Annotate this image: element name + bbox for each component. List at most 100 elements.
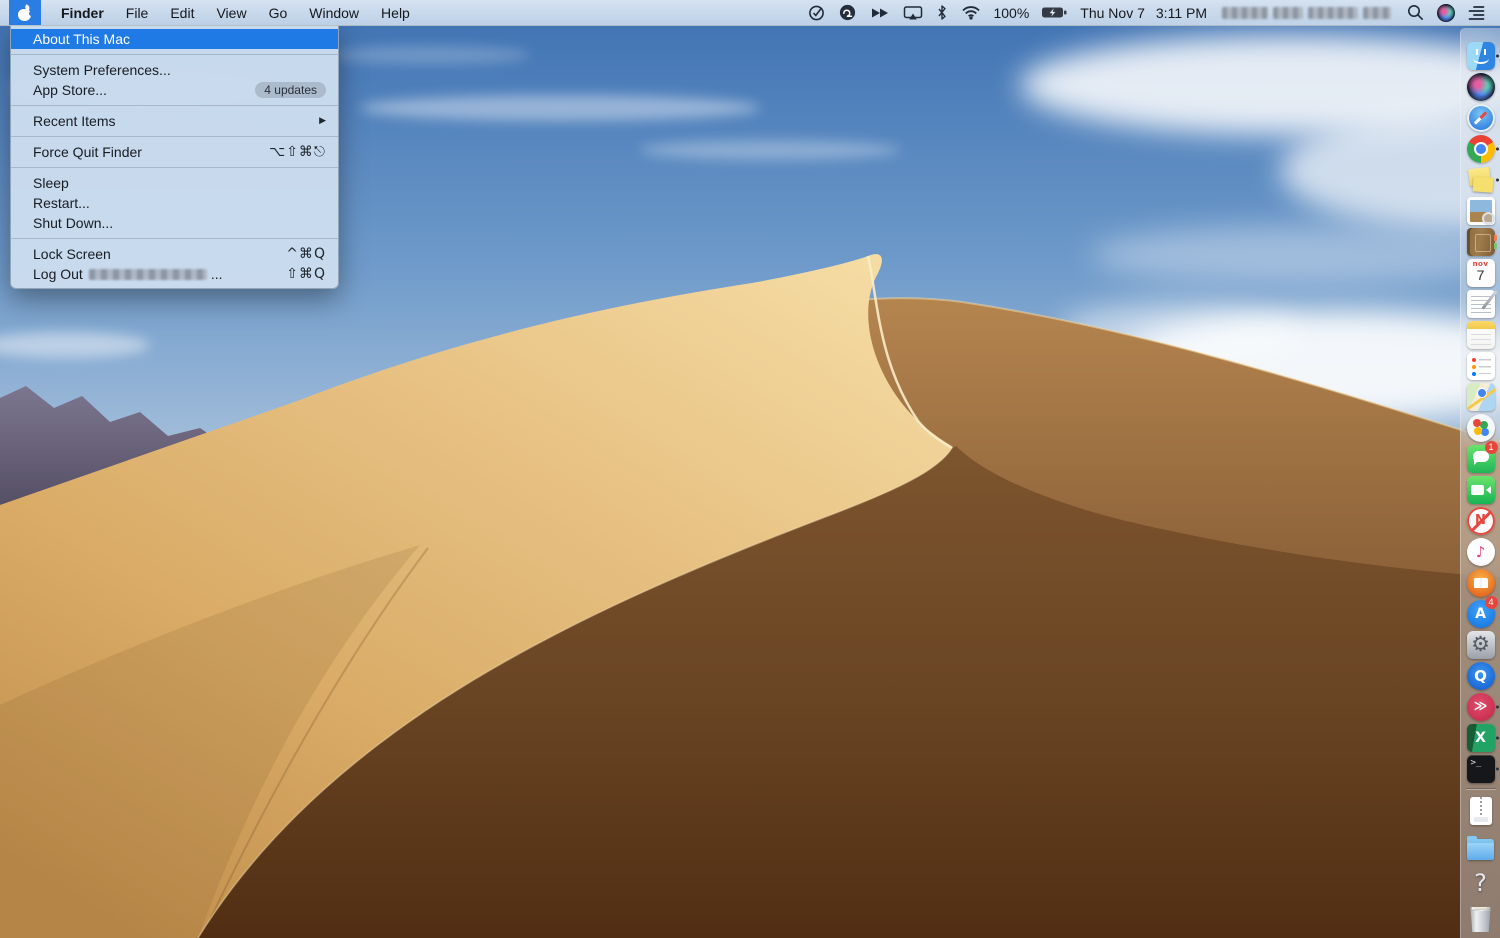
siri-icon[interactable] xyxy=(1434,4,1458,22)
menu-bar-menu[interactable]: Window xyxy=(298,0,370,25)
user-switcher-redacted[interactable] xyxy=(1222,7,1391,19)
dock-app[interactable] xyxy=(1461,660,1500,691)
menu-bar-clock[interactable]: 3:11 PM xyxy=(1154,5,1209,21)
app-icon xyxy=(1467,383,1495,411)
updates-badge: 4 updates xyxy=(255,82,326,98)
dock-shelf-item[interactable] xyxy=(1461,901,1500,937)
menu-bar-date[interactable]: Thu Nov 7 xyxy=(1078,5,1147,21)
dock-app[interactable] xyxy=(1461,722,1500,753)
app-icon xyxy=(1467,414,1495,442)
menu-item-label: Lock Screen xyxy=(33,246,111,262)
apple-menu-item[interactable] xyxy=(11,167,338,168)
notification-badge: 1 xyxy=(1485,441,1498,454)
apple-menu-item[interactable] xyxy=(11,238,338,239)
menu-item-label: System Preferences... xyxy=(33,62,171,78)
dock-app[interactable] xyxy=(1461,505,1500,536)
redacted-username xyxy=(89,269,207,280)
battery-charging-icon[interactable] xyxy=(1038,6,1071,19)
presenter-arrows-icon[interactable] xyxy=(867,5,893,21)
app-icon xyxy=(1467,228,1495,256)
menu-item-label: Recent Items xyxy=(33,113,115,129)
dock-apps: 1 xyxy=(1461,40,1500,784)
menu-bar-menu[interactable]: Go xyxy=(258,0,299,25)
app-icon xyxy=(1467,259,1495,287)
apple-menu-item[interactable]: System Preferences... xyxy=(11,60,338,80)
app-icon xyxy=(1467,197,1495,225)
menu-item-shortcut: ^⌘Q xyxy=(286,246,326,262)
apple-menu-item[interactable]: Log Out ... ⇧⌘Q xyxy=(11,264,338,284)
app-icon xyxy=(1467,476,1495,504)
apple-menu-item[interactable] xyxy=(11,54,338,55)
app-icon xyxy=(1467,755,1495,783)
app-icon xyxy=(1467,42,1495,70)
dock-app[interactable] xyxy=(1461,536,1500,567)
app-icon xyxy=(1467,569,1495,597)
apple-menu-item[interactable]: Recent Items ▶ xyxy=(11,111,338,131)
dock-app[interactable] xyxy=(1461,164,1500,195)
dock-app[interactable] xyxy=(1461,753,1500,784)
app-icon xyxy=(1467,631,1495,659)
shelf-icon xyxy=(1467,869,1495,897)
dock-app[interactable] xyxy=(1461,474,1500,505)
dock-app[interactable] xyxy=(1461,350,1500,381)
dock-app[interactable] xyxy=(1461,629,1500,660)
apple-menu-item[interactable] xyxy=(11,136,338,137)
dock-shelf xyxy=(1461,793,1500,937)
dock-app[interactable] xyxy=(1461,195,1500,226)
apple-menu-item[interactable]: App Store... 4 updates xyxy=(11,80,338,100)
dock-shelf-item[interactable] xyxy=(1461,865,1500,901)
apple-menu-item[interactable]: Shut Down... xyxy=(11,213,338,233)
desktop: Finder File Edit View Go Window Help xyxy=(0,0,1500,938)
notification-center-icon[interactable] xyxy=(1465,5,1488,21)
dock-app[interactable]: 4 xyxy=(1461,598,1500,629)
wifi-icon[interactable] xyxy=(958,5,984,20)
dock-app[interactable] xyxy=(1461,412,1500,443)
menu-bar-menu[interactable]: View xyxy=(205,0,257,25)
menu-bar-menu[interactable]: Help xyxy=(370,0,421,25)
apple-menu-item[interactable]: About This Mac xyxy=(11,29,338,49)
app-icon xyxy=(1467,166,1495,194)
menu-item-label: Log Out xyxy=(33,266,83,282)
menu-bar-menu[interactable]: Finder xyxy=(50,0,115,25)
submenu-arrow-icon: ▶ xyxy=(319,116,326,126)
dock-app[interactable] xyxy=(1461,567,1500,598)
menu-bar-menu[interactable]: File xyxy=(115,0,160,25)
dock-app[interactable] xyxy=(1461,71,1500,102)
menu-bar-menu[interactable]: Edit xyxy=(159,0,205,25)
verified-check-icon[interactable] xyxy=(805,4,829,21)
shelf-icon xyxy=(1467,839,1494,860)
spotlight-search-icon[interactable] xyxy=(1404,4,1427,21)
app-icon xyxy=(1467,693,1495,721)
adobe-creative-cloud-icon[interactable] xyxy=(836,4,860,21)
shelf-icon xyxy=(1470,797,1492,825)
dock-shelf-item[interactable] xyxy=(1461,793,1500,829)
app-icon xyxy=(1467,104,1495,132)
dock-app[interactable] xyxy=(1461,257,1500,288)
apple-menu-item[interactable]: Sleep xyxy=(11,173,338,193)
dock-app[interactable] xyxy=(1461,133,1500,164)
dock-app[interactable] xyxy=(1461,691,1500,722)
dock-app[interactable] xyxy=(1461,226,1500,257)
apple-menu-item[interactable]: Restart... xyxy=(11,193,338,213)
app-icon xyxy=(1467,73,1495,101)
app-icon xyxy=(1467,352,1495,380)
menu-item-label: Force Quit Finder xyxy=(33,144,142,160)
app-icon xyxy=(1467,662,1495,690)
apple-menu-button[interactable] xyxy=(9,0,41,25)
notification-badge: 4 xyxy=(1485,596,1498,609)
dock-app[interactable] xyxy=(1461,319,1500,350)
apple-menu-item[interactable]: Lock Screen ^⌘Q xyxy=(11,244,338,264)
dock-app[interactable]: 1 xyxy=(1461,443,1500,474)
dock-separator xyxy=(1466,788,1496,789)
status-area: 100% Thu Nov 7 3:11 PM xyxy=(805,0,1500,25)
dock-app[interactable] xyxy=(1461,40,1500,71)
bluetooth-icon[interactable] xyxy=(933,4,951,21)
apple-menu-item[interactable] xyxy=(11,105,338,106)
dock-app[interactable] xyxy=(1461,288,1500,319)
menu-bar: Finder File Edit View Go Window Help xyxy=(0,0,1500,26)
dock-shelf-item[interactable] xyxy=(1461,829,1500,865)
apple-menu-item[interactable]: Force Quit Finder ⌥⇧⌘⎋ xyxy=(11,142,338,162)
airplay-display-icon[interactable] xyxy=(900,5,926,21)
dock-app[interactable] xyxy=(1461,102,1500,133)
dock-app[interactable] xyxy=(1461,381,1500,412)
